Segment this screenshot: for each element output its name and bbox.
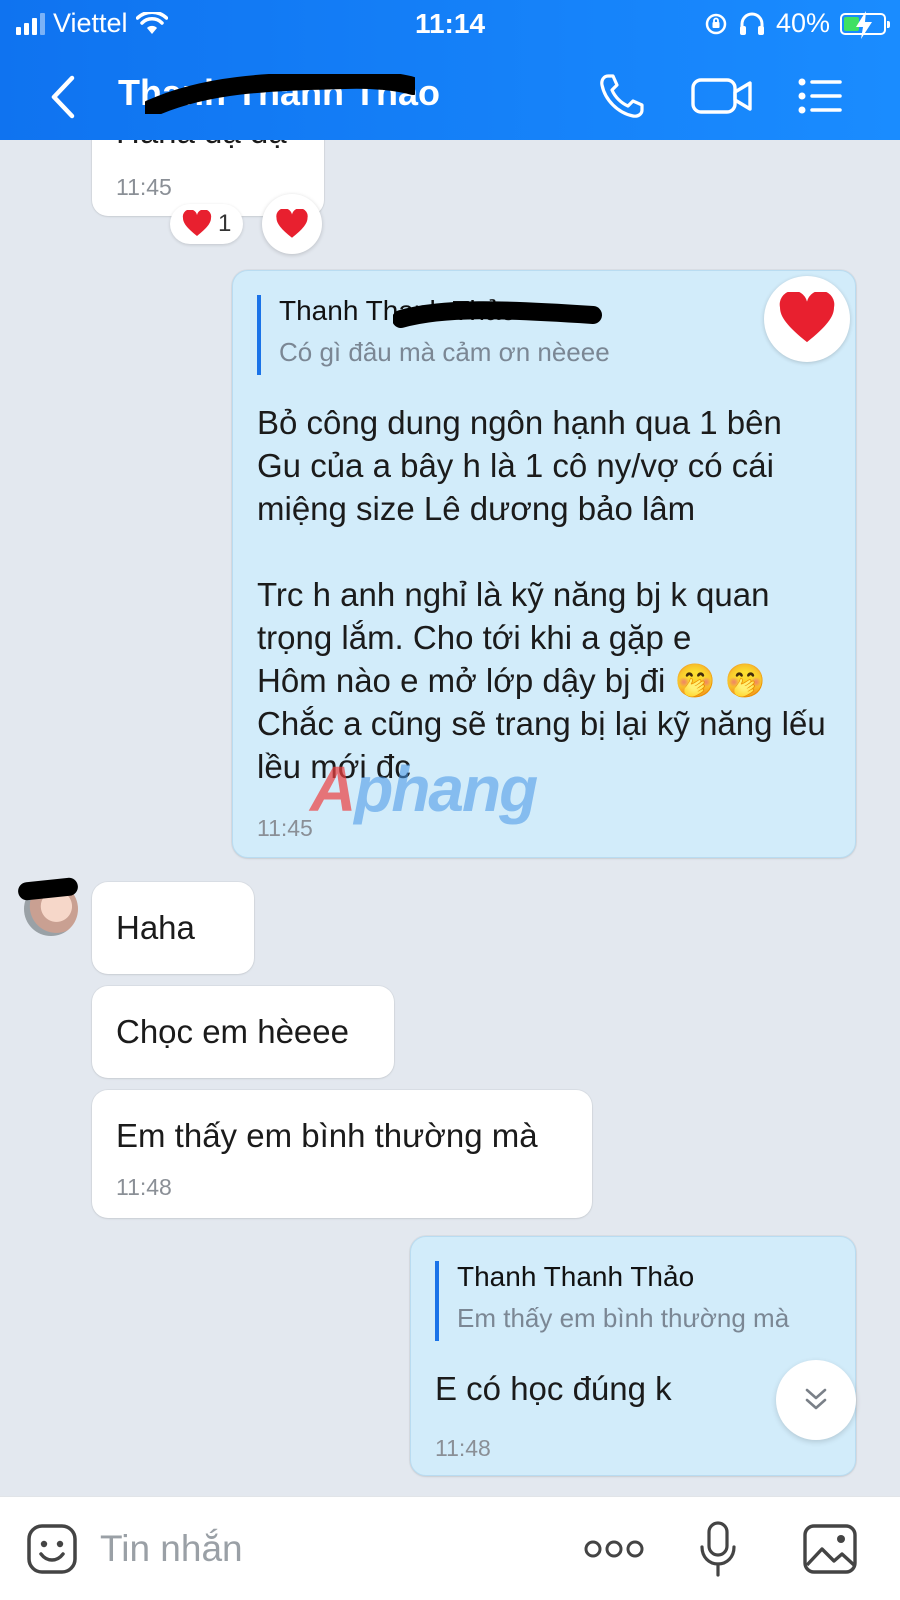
message-text: Chọc em hèeee bbox=[116, 1013, 349, 1050]
message-time: 11:48 bbox=[116, 1174, 172, 1200]
message-text: Haha dạ dạ bbox=[116, 140, 287, 153]
name-redaction-scribble bbox=[145, 74, 415, 114]
orientation-lock-icon bbox=[705, 13, 727, 34]
react-button[interactable] bbox=[262, 194, 322, 254]
quote-redaction-scribble bbox=[393, 301, 602, 328]
nav-bar: Thanh Thanh Thảo bbox=[0, 60, 900, 132]
voice-button[interactable] bbox=[696, 1519, 740, 1579]
image-icon bbox=[803, 1524, 857, 1574]
message-time: 11:45 bbox=[116, 174, 172, 200]
microphone-icon bbox=[700, 1521, 736, 1577]
message-bubble[interactable]: Thanh Thanh Thảo Có gì đâu mà cảm ơn nèe… bbox=[232, 270, 856, 858]
heart-icon bbox=[182, 210, 212, 236]
message-text: Em thấy em bình thường mà bbox=[116, 1117, 538, 1154]
emoji-icon bbox=[27, 1524, 77, 1574]
heart-icon bbox=[276, 208, 308, 238]
message-bubble[interactable]: Haha bbox=[92, 882, 254, 974]
scroll-to-bottom-button[interactable] bbox=[776, 1360, 856, 1440]
quote-text: Có gì đâu mà cảm ơn nèeee bbox=[279, 337, 610, 367]
message-input[interactable] bbox=[100, 1521, 560, 1577]
message-text: E có học đúng k bbox=[435, 1370, 672, 1407]
back-icon[interactable] bbox=[44, 72, 84, 122]
quote-sender: Thanh Thanh Thảo bbox=[457, 1261, 695, 1292]
more-button[interactable] bbox=[584, 1519, 644, 1579]
reply-quote[interactable]: Thanh Thanh Thảo Em thấy em bình thường … bbox=[435, 1261, 789, 1341]
chat-header: Viettel 11:14 40% Thanh Thanh Thảo bbox=[0, 0, 900, 140]
message-text: Haha bbox=[116, 909, 195, 946]
composer-bar bbox=[0, 1496, 900, 1600]
message-bubble[interactable]: Chọc em hèeee bbox=[92, 986, 394, 1078]
emoji-button[interactable] bbox=[22, 1519, 82, 1579]
message-bubble[interactable]: Thanh Thanh Thảo Em thấy em bình thường … bbox=[410, 1236, 856, 1476]
image-button[interactable] bbox=[800, 1519, 860, 1579]
more-icon bbox=[584, 1540, 644, 1558]
heart-icon bbox=[779, 292, 835, 343]
headphones-icon bbox=[739, 12, 764, 35]
message-bubble[interactable]: Em thấy em bình thường mà 11:48 bbox=[92, 1090, 592, 1218]
status-bar: Viettel 11:14 40% bbox=[0, 0, 900, 46]
status-right: 40% bbox=[704, 8, 890, 39]
quote-text: Em thấy em bình thường mà bbox=[457, 1303, 790, 1333]
message-list[interactable]: Haha dạ dạ 11:45 1 Thanh Thanh Thảo Có g… bbox=[0, 140, 900, 1496]
battery-charging-icon bbox=[840, 10, 890, 39]
menu-icon[interactable] bbox=[790, 68, 850, 124]
react-button[interactable] bbox=[764, 276, 850, 362]
double-chevron-down-icon bbox=[805, 1388, 827, 1410]
message-text: Bỏ công dung ngôn hạnh qua 1 bên Gu của … bbox=[257, 404, 826, 785]
video-call-icon[interactable] bbox=[690, 68, 754, 124]
reaction-count: 1 bbox=[218, 210, 232, 237]
message-time: 11:45 bbox=[257, 815, 313, 841]
phone-icon[interactable] bbox=[594, 68, 654, 124]
battery-percent: 40% bbox=[775, 8, 830, 38]
message-time: 11:48 bbox=[435, 1435, 491, 1461]
reaction-summary[interactable]: 1 bbox=[170, 204, 244, 244]
